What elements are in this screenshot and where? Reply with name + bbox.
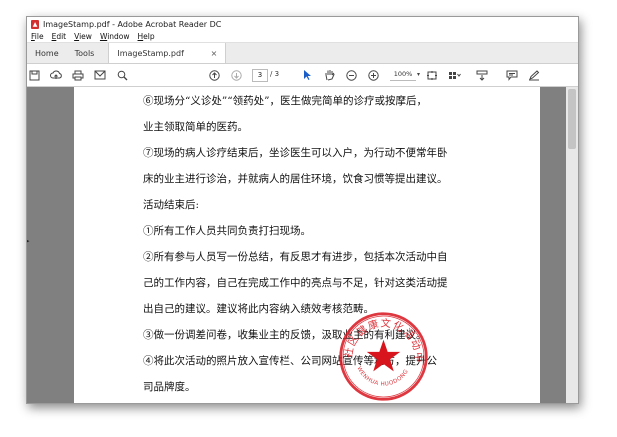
tab-tools-label: Tools xyxy=(74,48,95,58)
doc-line: ①所有工作人员共同负责打扫现场。 xyxy=(143,225,311,237)
zoom-dropdown-icon[interactable]: ▾ xyxy=(417,71,420,78)
tab-document[interactable]: ImageStamp.pdf × xyxy=(108,43,227,63)
document-viewer[interactable]: ▸ ⑥现场分“义诊处”“领药处”，医生做完简单的诊疗或按摩后， 业主领取简单的医… xyxy=(27,87,578,403)
select-cursor-icon[interactable] xyxy=(300,68,314,82)
official-seal-stamp: 社区健康文化活动中心 WENHUA HUODONG CENTER xyxy=(337,310,428,401)
email-icon[interactable] xyxy=(93,68,107,82)
doc-line: 己的工作内容，自己在完成工作中的亮点与不足，针对这类活动提 xyxy=(143,277,448,289)
doc-line: 司品牌度。 xyxy=(143,381,196,393)
seal-star-icon xyxy=(366,339,401,372)
tab-home-label: Home xyxy=(35,48,59,58)
sign-pen-icon[interactable] xyxy=(527,68,541,82)
doc-line: 床的业主进行诊治，并就病人的居住环境，饮食习惯等提出建议。 xyxy=(143,173,448,185)
title-bar: ▲ ImageStamp.pdf - Adobe Acrobat Reader … xyxy=(27,17,578,31)
page-total: / 3 xyxy=(270,70,280,78)
zoom-level-field[interactable]: 100% xyxy=(390,69,416,81)
zoom-in-icon[interactable] xyxy=(366,68,380,82)
comment-icon[interactable] xyxy=(505,68,519,82)
menu-edit[interactable]: Edit xyxy=(52,32,67,41)
fit-page-icon[interactable] xyxy=(425,68,439,82)
page-number-input[interactable]: 3 xyxy=(252,69,268,82)
close-tab-icon[interactable]: × xyxy=(211,49,218,58)
acrobat-app-icon: ▲ xyxy=(31,19,39,29)
menu-help[interactable]: Help xyxy=(138,32,155,41)
tab-document-label: ImageStamp.pdf xyxy=(117,48,184,58)
vertical-scrollbar[interactable] xyxy=(566,87,578,403)
page-display-icon[interactable] xyxy=(447,68,461,82)
menu-bar: File Edit View Window Help xyxy=(27,31,578,43)
doc-line: ⑥现场分“义诊处”“领药处”，医生做完简单的诊疗或按摩后， xyxy=(143,95,427,107)
doc-line: 活动结束后: xyxy=(143,199,200,211)
doc-line: ②所有参与人员写一份总结，有反思才有进步，包括本次活动中自 xyxy=(143,251,448,263)
next-page-icon[interactable] xyxy=(229,68,243,82)
doc-line: ⑦现场的病人诊疗结束后，坐诊医生可以入户，为行动不便常年卧 xyxy=(143,147,448,159)
toolbar: 3 / 3 100% ▾ xyxy=(27,64,578,87)
zoom-out-icon[interactable] xyxy=(344,68,358,82)
print-icon[interactable] xyxy=(71,68,85,82)
menu-view[interactable]: View xyxy=(74,32,92,41)
tab-tools[interactable]: Tools xyxy=(67,43,103,63)
menu-window[interactable]: Window xyxy=(100,32,130,41)
menu-file[interactable]: File xyxy=(31,32,44,41)
previous-page-icon[interactable] xyxy=(207,68,221,82)
search-icon[interactable] xyxy=(115,68,129,82)
scrollbar-thumb[interactable] xyxy=(568,89,576,149)
read-mode-icon[interactable] xyxy=(475,68,489,82)
tab-bar: Home Tools ImageStamp.pdf × xyxy=(27,43,578,64)
expand-left-panel-icon[interactable]: ▸ xyxy=(27,237,30,245)
hand-tool-icon[interactable] xyxy=(322,68,336,82)
acrobat-window: ▲ ImageStamp.pdf - Adobe Acrobat Reader … xyxy=(26,16,579,404)
upload-cloud-icon[interactable] xyxy=(49,68,63,82)
doc-line: 业主领取简单的医药。 xyxy=(143,121,248,133)
tab-home[interactable]: Home xyxy=(27,43,67,63)
save-icon[interactable] xyxy=(27,68,41,82)
pdf-page: ⑥现场分“义诊处”“领药处”，医生做完简单的诊疗或按摩后， 业主领取简单的医药。… xyxy=(74,87,540,403)
window-title: ImageStamp.pdf - Adobe Acrobat Reader DC xyxy=(43,19,222,29)
